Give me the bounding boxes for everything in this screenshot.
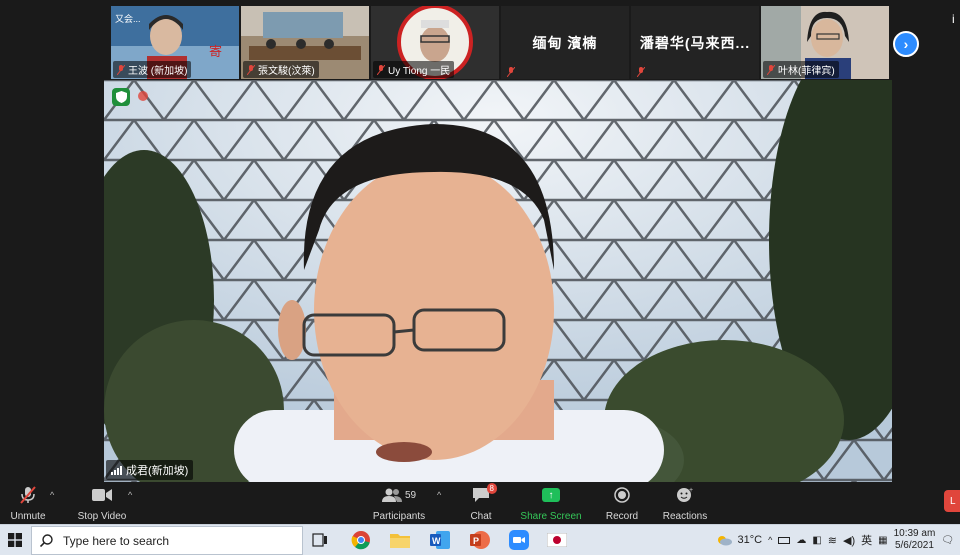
participant-name-tag: 叶林(菲律宾) [763, 61, 839, 78]
active-speaker-name-tag: 成君(新加坡) [106, 460, 194, 480]
reactions-label: Reactions [662, 511, 708, 522]
participant-name-tag [503, 66, 519, 78]
participant-name: Uy Tiong 一民 [388, 66, 451, 77]
participant-name-display: 潘碧华(马来西... [639, 34, 751, 51]
search-icon [40, 534, 53, 547]
wifi-icon[interactable]: ≋ [828, 534, 837, 547]
participant-name: 叶林(菲律宾) [778, 66, 835, 77]
chat-bubble-icon: 8 [472, 483, 497, 505]
participants-count: 59 [404, 489, 417, 501]
notification-icon[interactable]: 🗨 [941, 535, 954, 546]
stop-video-button[interactable]: Stop Video [76, 485, 128, 522]
word-icon[interactable]: W [428, 528, 452, 552]
leave-meeting-button[interactable]: L [944, 490, 960, 512]
smiley-plus-icon: + [676, 485, 694, 505]
cloud-sync-icon[interactable]: ☁ [796, 535, 806, 546]
record-label: Record [605, 511, 639, 522]
mic-muted-icon [117, 64, 125, 75]
clock-date: 5/6/2021 [894, 540, 934, 551]
participant-tile[interactable]: 寄 又会... 王波 (新加坡) [111, 6, 239, 79]
participant-name-tag [633, 66, 649, 78]
participant-tile[interactable]: 叶林(菲律宾) [761, 6, 889, 79]
microphone-muted-icon [20, 485, 36, 505]
windows-start-icon[interactable] [0, 525, 30, 555]
active-speaker-video[interactable]: 成君(新加坡) [104, 80, 892, 482]
participant-name: 王波 (新加坡) [128, 66, 188, 77]
mic-muted-icon [507, 67, 515, 77]
mic-muted-icon [637, 67, 645, 77]
tray-overflow-chevron-icon[interactable]: ^ [768, 535, 772, 545]
zoom-app-icon[interactable] [507, 528, 531, 552]
japan-flag-app-icon[interactable] [545, 528, 569, 552]
signal-strength-icon [111, 465, 122, 475]
participant-tile[interactable]: 缅甸 濱楠 [501, 6, 629, 79]
record-button[interactable]: Record [604, 485, 640, 522]
active-speaker-name: 成君(新加坡) [126, 465, 189, 477]
task-view-icon[interactable] [308, 528, 332, 552]
participant-name-display: 缅甸 濱楠 [532, 34, 598, 51]
battery-icon[interactable] [778, 536, 791, 544]
svg-text:寄: 寄 [209, 44, 222, 59]
chat-button[interactable]: 8 Chat [466, 483, 497, 522]
dropbox-icon[interactable]: ◧ [812, 535, 821, 546]
participants-icon [381, 488, 402, 502]
video-camera-icon [92, 485, 112, 505]
system-clock[interactable]: 10:39 am 5/6/2021 [894, 528, 936, 552]
participant-thumbnail-strip: 寄 又会... 王波 (新加坡) 張文駿(汶萊) Uy Tiong 一民 缅甸 … [111, 6, 889, 79]
security-shield-icon[interactable] [112, 88, 130, 106]
participants-icon-wrap: 59 [381, 485, 417, 505]
share-screen-arrow-icon: ↑ [542, 488, 560, 502]
next-page-arrow-icon[interactable]: › [893, 31, 919, 57]
svg-text:W: W [432, 536, 441, 546]
audio-options-chevron-icon[interactable]: ^ [50, 490, 54, 500]
unmute-button[interactable]: Unmute [8, 485, 48, 522]
speaker-video-frame [104, 80, 892, 482]
svg-text:+: + [689, 487, 693, 494]
thumb-overlay-text: 又会... [115, 14, 141, 24]
powerpoint-icon[interactable]: P [468, 528, 492, 552]
windows-taskbar: Type here to search W P 31°C ^ ☁ ◧ ≋ ◀) … [0, 524, 960, 555]
zoom-meeting-window: 寄 又会... 王波 (新加坡) 張文駿(汶萊) Uy Tiong 一民 缅甸 … [0, 0, 960, 555]
chrome-icon[interactable] [349, 528, 373, 552]
share-screen-button[interactable]: ↑ Share Screen [520, 485, 582, 522]
participants-options-chevron-icon[interactable]: ^ [437, 490, 441, 500]
temperature-text[interactable]: 31°C [738, 534, 763, 546]
chat-label: Chat [470, 511, 492, 522]
svg-text:P: P [473, 536, 479, 546]
participant-name-tag: Uy Tiong 一民 [373, 61, 455, 78]
participants-label: Participants [372, 511, 426, 522]
reactions-button[interactable]: + Reactions [662, 485, 708, 522]
share-screen-label: Share Screen [520, 511, 582, 522]
mic-muted-icon [377, 64, 385, 75]
system-tray: 31°C ^ ☁ ◧ ≋ ◀) 英 ▦ 10:39 am 5/6/2021 🗨 [716, 525, 960, 555]
participant-tile[interactable]: Uy Tiong 一民 [371, 6, 499, 79]
stop-video-label: Stop Video [77, 511, 127, 522]
participant-name-tag: 張文駿(汶萊) [243, 61, 319, 78]
participant-tile[interactable]: 張文駿(汶萊) [241, 6, 369, 79]
participant-tile[interactable]: 潘碧华(马来西... [631, 6, 759, 79]
participant-name-tag: 王波 (新加坡) [113, 61, 192, 78]
meeting-controls-toolbar: Unmute ^ Stop Video ^ 59 Participants ^ … [0, 482, 960, 524]
search-placeholder: Type here to search [63, 533, 170, 548]
clock-time: 10:39 am [893, 528, 936, 539]
weather-cloud-icon[interactable] [716, 534, 732, 546]
taskbar-search-input[interactable]: Type here to search [31, 526, 303, 555]
mic-muted-icon [247, 64, 255, 75]
file-explorer-icon[interactable] [388, 528, 412, 552]
mic-muted-icon [767, 64, 775, 75]
video-options-chevron-icon[interactable]: ^ [128, 490, 132, 500]
volume-icon[interactable]: ◀) [843, 534, 855, 547]
more-info-icon[interactable]: i [952, 12, 955, 26]
participants-button[interactable]: 59 Participants [372, 485, 426, 522]
ime-language-indicator[interactable]: 英 [861, 532, 872, 548]
unmute-label: Unmute [10, 511, 46, 522]
keyboard-layout-icon[interactable]: ▦ [878, 535, 887, 546]
record-icon [614, 485, 630, 505]
recording-indicator-icon [138, 91, 148, 101]
chat-unread-badge: 8 [486, 483, 497, 494]
participant-name: 張文駿(汶萊) [258, 66, 315, 77]
